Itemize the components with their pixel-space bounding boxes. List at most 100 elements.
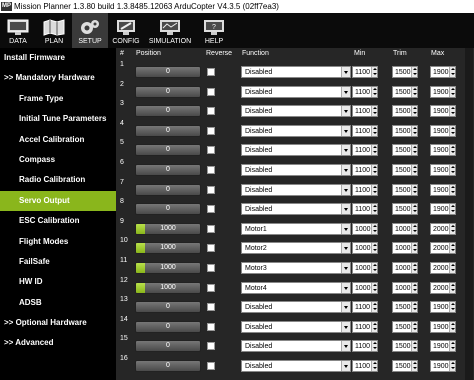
spin-arrows-icon[interactable] <box>449 321 455 332</box>
spin-arrows-icon[interactable] <box>371 341 377 352</box>
spin-arrows-icon[interactable] <box>411 106 417 117</box>
min-input[interactable]: 1100 <box>352 183 378 196</box>
reverse-checkbox[interactable] <box>207 87 215 96</box>
trim-input[interactable]: 1500 <box>392 85 418 98</box>
chevron-down-icon[interactable] <box>341 204 350 215</box>
min-input[interactable]: 1000 <box>352 242 378 255</box>
reverse-checkbox[interactable] <box>207 205 215 214</box>
reverse-checkbox[interactable] <box>207 303 215 312</box>
spin-arrows-icon[interactable] <box>371 302 377 313</box>
chevron-down-icon[interactable] <box>341 145 350 156</box>
max-input[interactable]: 1900 <box>430 105 456 118</box>
spin-arrows-icon[interactable] <box>449 243 455 254</box>
spin-arrows-icon[interactable] <box>449 360 455 371</box>
chevron-down-icon[interactable] <box>341 243 350 254</box>
function-select[interactable]: Disabled <box>241 144 351 157</box>
spin-arrows-icon[interactable] <box>371 145 377 156</box>
spin-arrows-icon[interactable] <box>371 321 377 332</box>
max-input[interactable]: 2000 <box>430 281 456 294</box>
reverse-checkbox[interactable] <box>207 107 215 116</box>
max-input[interactable]: 1900 <box>430 124 456 137</box>
spin-arrows-icon[interactable] <box>449 204 455 215</box>
min-input[interactable]: 1100 <box>352 66 378 78</box>
reverse-checkbox[interactable] <box>207 322 215 331</box>
trim-input[interactable]: 1500 <box>392 163 418 176</box>
trim-input[interactable]: 1000 <box>392 281 418 294</box>
chevron-down-icon[interactable] <box>341 302 350 313</box>
function-select[interactable]: Disabled <box>241 183 351 196</box>
reverse-checkbox[interactable] <box>207 126 215 135</box>
plan-button[interactable]: PLAN <box>36 13 72 48</box>
function-select[interactable]: Motor4 <box>241 281 351 294</box>
function-select[interactable]: Disabled <box>241 124 351 137</box>
spin-arrows-icon[interactable] <box>371 282 377 293</box>
function-select[interactable]: Disabled <box>241 301 351 314</box>
trim-input[interactable]: 1500 <box>392 203 418 216</box>
function-select[interactable]: Disabled <box>241 340 351 353</box>
max-input[interactable]: 1900 <box>430 301 456 314</box>
spin-arrows-icon[interactable] <box>411 341 417 352</box>
sidebar-item-radio-calibration[interactable]: Radio Calibration <box>0 170 116 190</box>
spin-arrows-icon[interactable] <box>449 262 455 273</box>
max-input[interactable]: 1900 <box>430 359 456 372</box>
reverse-checkbox[interactable] <box>207 342 215 351</box>
function-select[interactable]: Motor3 <box>241 261 351 274</box>
spin-arrows-icon[interactable] <box>411 262 417 273</box>
spin-arrows-icon[interactable] <box>449 164 455 175</box>
spin-arrows-icon[interactable] <box>449 302 455 313</box>
sidebar-item-adsb[interactable]: ADSB <box>0 293 116 313</box>
function-select[interactable]: Disabled <box>241 163 351 176</box>
chevron-down-icon[interactable] <box>341 223 350 234</box>
max-input[interactable]: 1900 <box>430 144 456 157</box>
max-input[interactable]: 1900 <box>430 203 456 216</box>
reverse-checkbox[interactable] <box>207 263 215 272</box>
max-input[interactable]: 1900 <box>430 163 456 176</box>
min-input[interactable]: 1100 <box>352 301 378 314</box>
chevron-down-icon[interactable] <box>341 341 350 352</box>
spin-arrows-icon[interactable] <box>449 67 455 77</box>
chevron-down-icon[interactable] <box>341 262 350 273</box>
spin-arrows-icon[interactable] <box>411 184 417 195</box>
spin-arrows-icon[interactable] <box>411 67 417 77</box>
chevron-down-icon[interactable] <box>341 184 350 195</box>
min-input[interactable]: 1100 <box>352 124 378 137</box>
reverse-checkbox[interactable] <box>207 244 215 253</box>
trim-input[interactable]: 1500 <box>392 144 418 157</box>
chevron-down-icon[interactable] <box>341 86 350 97</box>
spin-arrows-icon[interactable] <box>411 145 417 156</box>
function-select[interactable]: Disabled <box>241 320 351 333</box>
spin-arrows-icon[interactable] <box>371 243 377 254</box>
function-select[interactable]: Disabled <box>241 85 351 98</box>
min-input[interactable]: 1000 <box>352 222 378 235</box>
sidebar-item-advanced[interactable]: >> Advanced <box>0 333 116 353</box>
spin-arrows-icon[interactable] <box>449 341 455 352</box>
function-select[interactable]: Disabled <box>241 66 351 78</box>
spin-arrows-icon[interactable] <box>371 262 377 273</box>
spin-arrows-icon[interactable] <box>371 106 377 117</box>
min-input[interactable]: 1000 <box>352 261 378 274</box>
chevron-down-icon[interactable] <box>341 360 350 371</box>
function-select[interactable]: Disabled <box>241 359 351 372</box>
spin-arrows-icon[interactable] <box>411 223 417 234</box>
reverse-checkbox[interactable] <box>207 165 215 174</box>
spin-arrows-icon[interactable] <box>411 282 417 293</box>
setup-button[interactable]: SETUP <box>72 13 108 48</box>
reverse-checkbox[interactable] <box>207 146 215 155</box>
spin-arrows-icon[interactable] <box>371 164 377 175</box>
min-input[interactable]: 1100 <box>352 105 378 118</box>
sidebar-item-optional-hardware[interactable]: >> Optional Hardware <box>0 313 116 333</box>
spin-arrows-icon[interactable] <box>411 164 417 175</box>
sidebar-item-hw-id[interactable]: HW ID <box>0 272 116 292</box>
trim-input[interactable]: 1500 <box>392 301 418 314</box>
chevron-down-icon[interactable] <box>341 67 350 77</box>
data-button[interactable]: DATA <box>0 13 36 48</box>
min-input[interactable]: 1100 <box>352 340 378 353</box>
function-select[interactable]: Motor1 <box>241 222 351 235</box>
spin-arrows-icon[interactable] <box>371 360 377 371</box>
spin-arrows-icon[interactable] <box>449 125 455 136</box>
trim-input[interactable]: 1000 <box>392 222 418 235</box>
function-select[interactable]: Disabled <box>241 203 351 216</box>
simulation-button[interactable]: SIMULATION <box>144 13 196 48</box>
chevron-down-icon[interactable] <box>341 321 350 332</box>
sidebar-item-mandatory-hardware[interactable]: >> Mandatory Hardware <box>0 68 116 88</box>
